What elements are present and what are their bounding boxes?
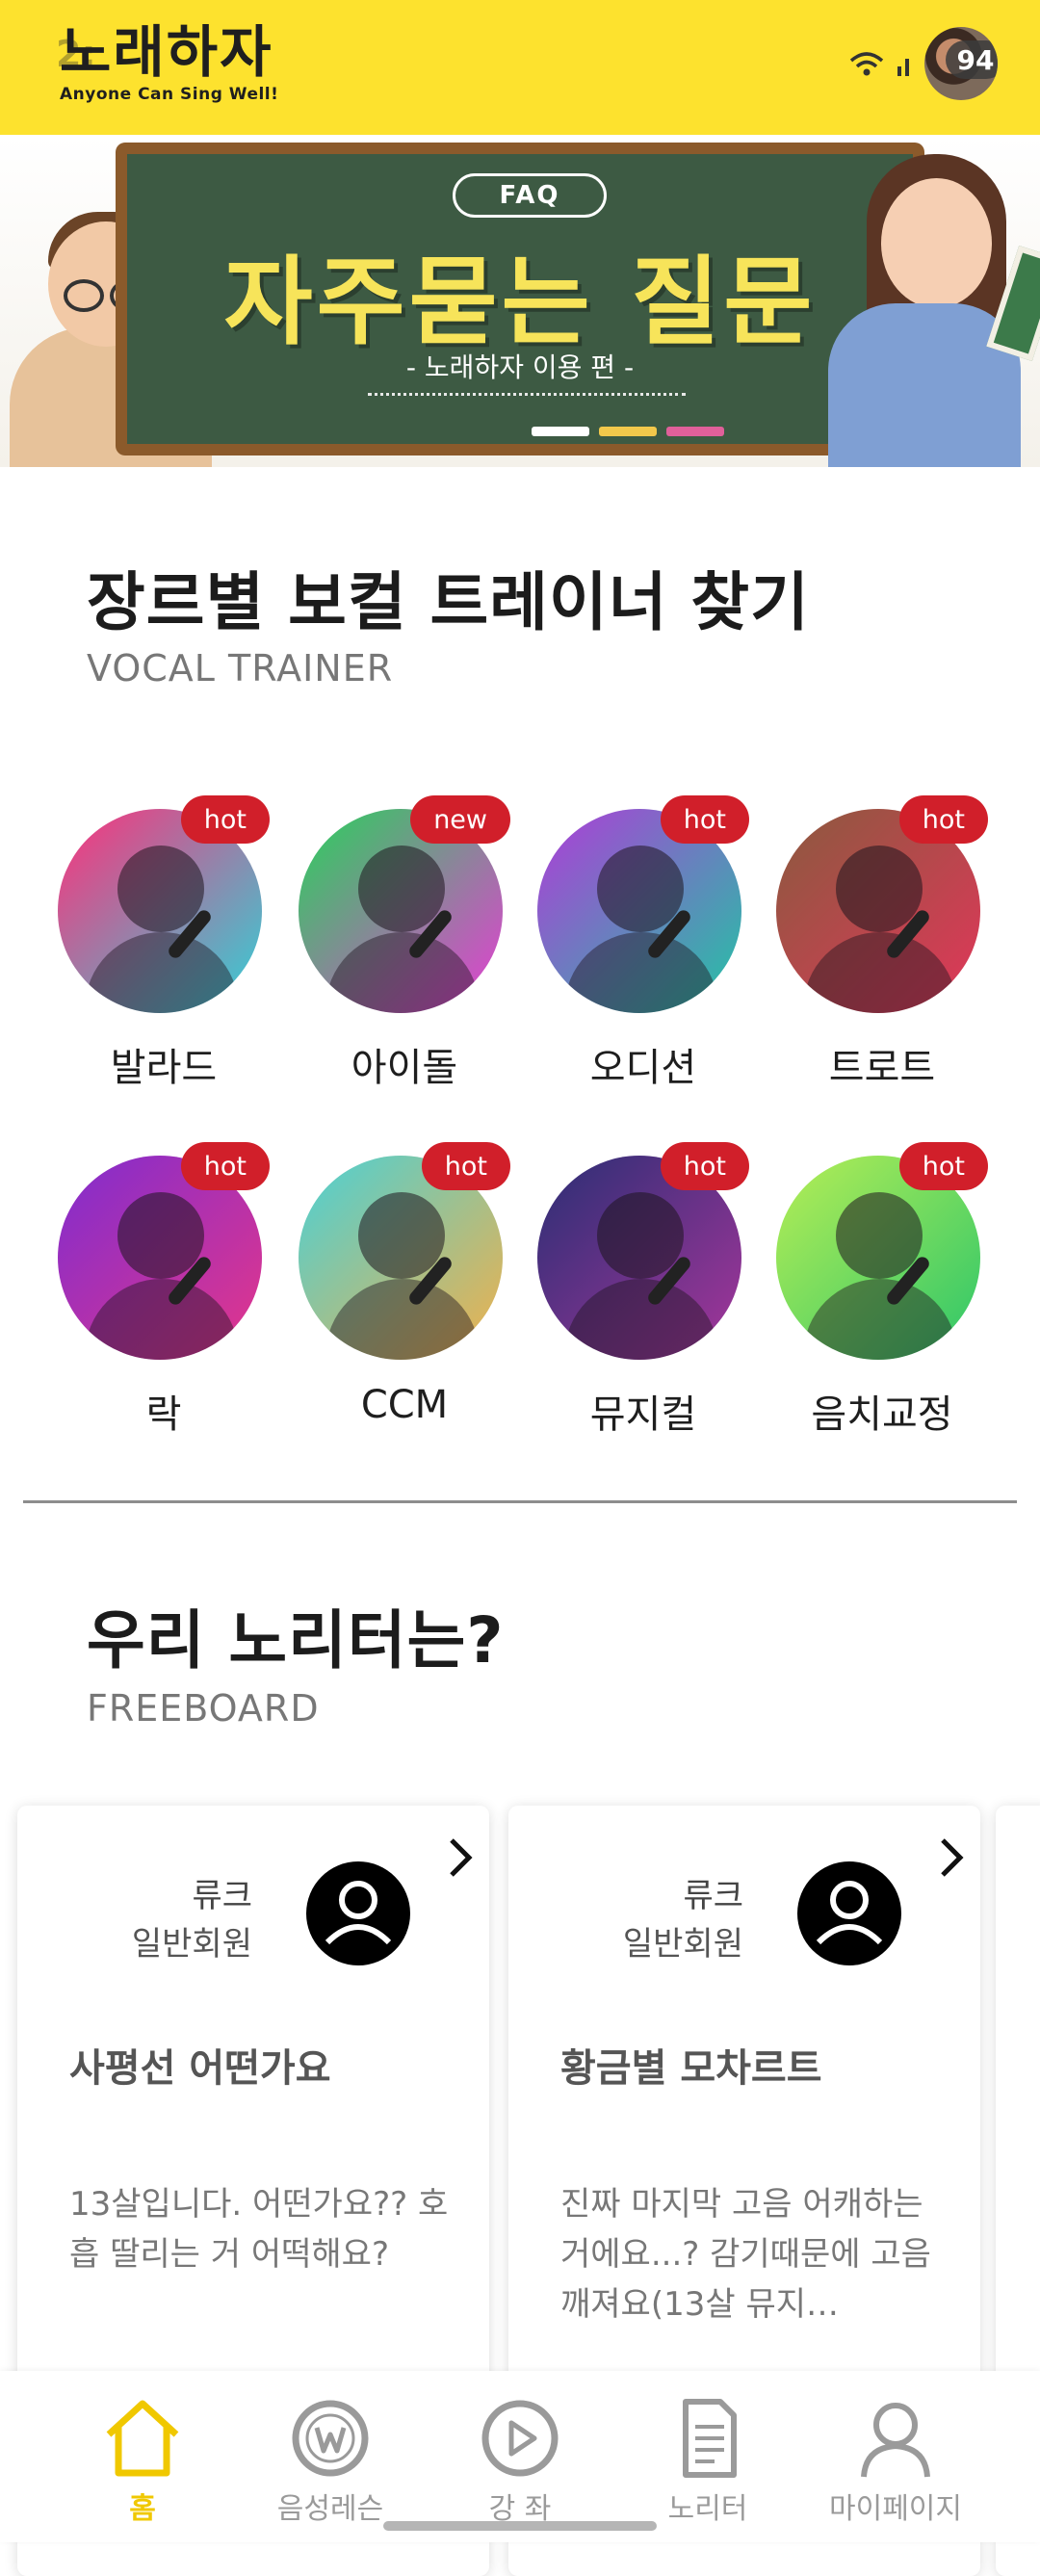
genre-label: 음치교정 — [811, 1392, 953, 1437]
genre-badge: hot — [898, 795, 988, 844]
battery-indicator: 94 — [946, 40, 998, 79]
home-icon — [106, 2400, 179, 2477]
banner-title: 자주묻는 질문 — [223, 246, 817, 358]
genre-badge: hot — [898, 1142, 988, 1190]
nav-courses[interactable]: 강 좌 — [424, 2396, 616, 2540]
freeboard-section-title: 우리 노리터는? — [87, 1603, 505, 1678]
chalk-pink — [666, 427, 724, 436]
singer-silhouette — [836, 846, 923, 932]
section-divider — [23, 1500, 1017, 1503]
app-header: 2: 노래하자 Anyone Can Sing Well! 94 — [0, 0, 1040, 135]
genre-badge: hot — [660, 1142, 749, 1190]
faq-banner[interactable]: FAQ 자주묻는 질문 - 노래하자 이용 편 - — [0, 135, 1040, 467]
play-circle-icon — [481, 2400, 559, 2477]
post-title: 황금별 모차르트 — [560, 2046, 822, 2091]
profile-avatar[interactable]: 94 — [924, 27, 998, 100]
user-avatar-icon — [306, 1861, 410, 1965]
singer-shoulders — [564, 932, 718, 1013]
singer-shoulders — [85, 932, 239, 1013]
singer-silhouette — [836, 1192, 923, 1279]
freeboard-section-subtitle: FREEBOARD — [87, 1687, 320, 1730]
singer-silhouette — [117, 1192, 204, 1279]
chalk-white — [532, 427, 589, 436]
chalk-dotted-line — [368, 393, 686, 396]
nav-mypage-label: 마이페이지 — [829, 2492, 962, 2526]
genre-item[interactable]: hot 오디션 — [537, 795, 749, 1104]
post-author: 류크 — [192, 1877, 252, 1915]
logo-tagline: Anyone Can Sing Well! — [60, 85, 279, 104]
genre-badge: new — [410, 795, 510, 844]
post-excerpt: 13살입니다. 어떤가요?? 호흡 딸리는 거 어떡해요? — [69, 2185, 449, 2274]
signal-icon — [896, 47, 915, 80]
genre-label: 트로트 — [828, 1046, 936, 1090]
singer-shoulders — [803, 932, 957, 1013]
user-avatar-icon — [797, 1861, 901, 1965]
genre-item[interactable]: hot 뮤지컬 — [537, 1142, 749, 1450]
w-circle-icon — [292, 2400, 369, 2477]
singer-silhouette — [597, 1192, 684, 1279]
singer-silhouette — [358, 846, 445, 932]
singer-shoulders — [85, 1279, 239, 1360]
genre-item[interactable]: hot CCM — [299, 1142, 510, 1450]
banner-subtitle: - 노래하자 이용 편 - — [405, 351, 635, 383]
genre-label: 발라드 — [110, 1046, 218, 1090]
person-icon — [861, 2403, 930, 2478]
genre-label: 락 — [145, 1392, 182, 1437]
status-icons: 94 — [847, 27, 998, 100]
trainer-section-title: 장르별 보컬 트레이너 찾기 — [87, 565, 810, 639]
genre-item[interactable]: hot 트로트 — [776, 795, 988, 1104]
bottom-nav: 홈 음성레슨 강 좌 노리터 마이페이지 — [0, 2371, 1040, 2542]
nav-home-label: 홈 — [129, 2492, 156, 2526]
post-author-role: 일반회원 — [622, 1925, 743, 1964]
post-excerpt: 진짜 마지막 고음 어캐하는거에요...? 감기때문에 고음깨져요(13살 뮤지… — [560, 2185, 931, 2324]
genre-label: 뮤지컬 — [589, 1392, 697, 1437]
genre-item[interactable]: hot 락 — [58, 1142, 270, 1450]
genre-badge: hot — [660, 795, 749, 844]
genre-badge: hot — [421, 1142, 510, 1190]
post-title: 사평선 어떤가요 — [69, 2046, 331, 2091]
genre-item[interactable]: new 아이돌 — [299, 795, 510, 1104]
nav-home[interactable]: 홈 — [46, 2396, 239, 2540]
wifi-icon — [847, 47, 886, 80]
app-logo[interactable]: 노래하자 Anyone Can Sing Well! — [60, 21, 278, 104]
chalk-yellow — [599, 427, 657, 436]
genre-label: CCM — [360, 1383, 449, 1427]
singer-shoulders — [325, 932, 480, 1013]
logo-text: 노래하자 — [60, 19, 273, 85]
singer-silhouette — [597, 846, 684, 932]
nav-voice-lesson[interactable]: 음성레슨 — [234, 2396, 427, 2540]
nav-mypage[interactable]: 마이페이지 — [799, 2396, 992, 2540]
post-author-role: 일반회원 — [131, 1925, 252, 1964]
trainer-section-subtitle: VOCAL TRAINER — [87, 647, 394, 690]
singer-shoulders — [325, 1279, 480, 1360]
faq-pill: FAQ — [453, 173, 607, 218]
genre-item[interactable]: hot 음치교정 — [776, 1142, 988, 1450]
nav-noriter[interactable]: 노리터 — [611, 2396, 804, 2540]
document-icon — [683, 2399, 737, 2478]
genre-badge: hot — [180, 1142, 270, 1190]
genre-label: 오디션 — [589, 1046, 697, 1090]
chalkboard: FAQ 자주묻는 질문 - 노래하자 이용 편 - — [116, 143, 924, 455]
singer-shoulders — [803, 1279, 957, 1360]
singer-shoulders — [564, 1279, 718, 1360]
genre-badge: hot — [180, 795, 270, 844]
genre-label: 아이돌 — [351, 1046, 458, 1090]
home-indicator — [383, 2521, 657, 2531]
chevron-right-icon[interactable] — [932, 1831, 971, 1885]
singer-silhouette — [358, 1192, 445, 1279]
genre-item[interactable]: hot 발라드 — [58, 795, 270, 1104]
singer-silhouette — [117, 846, 204, 932]
post-author: 류크 — [683, 1877, 743, 1915]
chevron-right-icon[interactable] — [441, 1831, 480, 1885]
teacher-face — [881, 178, 992, 308]
boy-glasses-left — [64, 279, 104, 312]
